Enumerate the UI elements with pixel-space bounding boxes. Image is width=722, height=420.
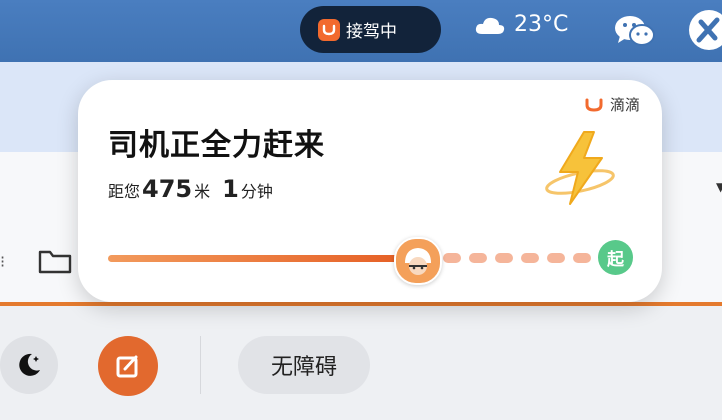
distance-value: 475 [142, 175, 193, 203]
edit-icon [116, 355, 138, 378]
brand-name: 滴滴 [609, 96, 640, 114]
progress-dot [521, 253, 539, 263]
didi-logo-icon [585, 98, 603, 112]
progress-dot [547, 253, 565, 263]
route-progress-bar [108, 255, 423, 262]
distance-prefix: 距您 [108, 182, 141, 201]
ride-notification-card[interactable]: 滴滴 司机正全力赶来 距您 475 米 1 分钟 起 [78, 80, 662, 302]
eta-value: 1 [222, 175, 239, 203]
ride-status-pill[interactable]: 接驾中 [300, 6, 441, 53]
weather-widget[interactable]: 23°C [474, 12, 568, 37]
distance-unit: 米 [194, 182, 211, 201]
progress-dot [573, 253, 591, 263]
driver-avatar [394, 237, 442, 285]
distance-eta: 距您 475 米 1 分钟 [108, 175, 273, 203]
chevron-down-icon[interactable]: ▼ [716, 180, 722, 194]
toolbar-divider [200, 336, 201, 394]
dark-mode-button[interactable] [0, 336, 58, 394]
progress-dot [443, 253, 461, 263]
folder-icon[interactable] [38, 248, 72, 278]
progress-dot [495, 253, 513, 263]
eta-unit: 分钟 [240, 182, 273, 201]
accessibility-button[interactable]: 无障碍 [238, 336, 370, 394]
brand-label: 滴滴 [584, 94, 640, 115]
notification-title: 司机正全力赶来 [108, 128, 325, 163]
start-point-badge: 起 [598, 240, 633, 275]
wechat-icon[interactable] [614, 14, 656, 52]
lightning-icon [540, 128, 626, 212]
status-bar: 接驾中 23°C [0, 0, 722, 62]
cloud-icon [475, 17, 505, 34]
app-icon[interactable] [689, 10, 722, 50]
progress-dot [469, 253, 487, 263]
moon-icon [19, 353, 40, 376]
list-icon[interactable]: ⁝ [0, 252, 5, 271]
temperature-text: 23°C [514, 12, 569, 37]
didi-logo-icon [318, 18, 340, 41]
ride-status-text: 接驾中 [346, 22, 397, 42]
edit-button[interactable] [98, 336, 158, 396]
